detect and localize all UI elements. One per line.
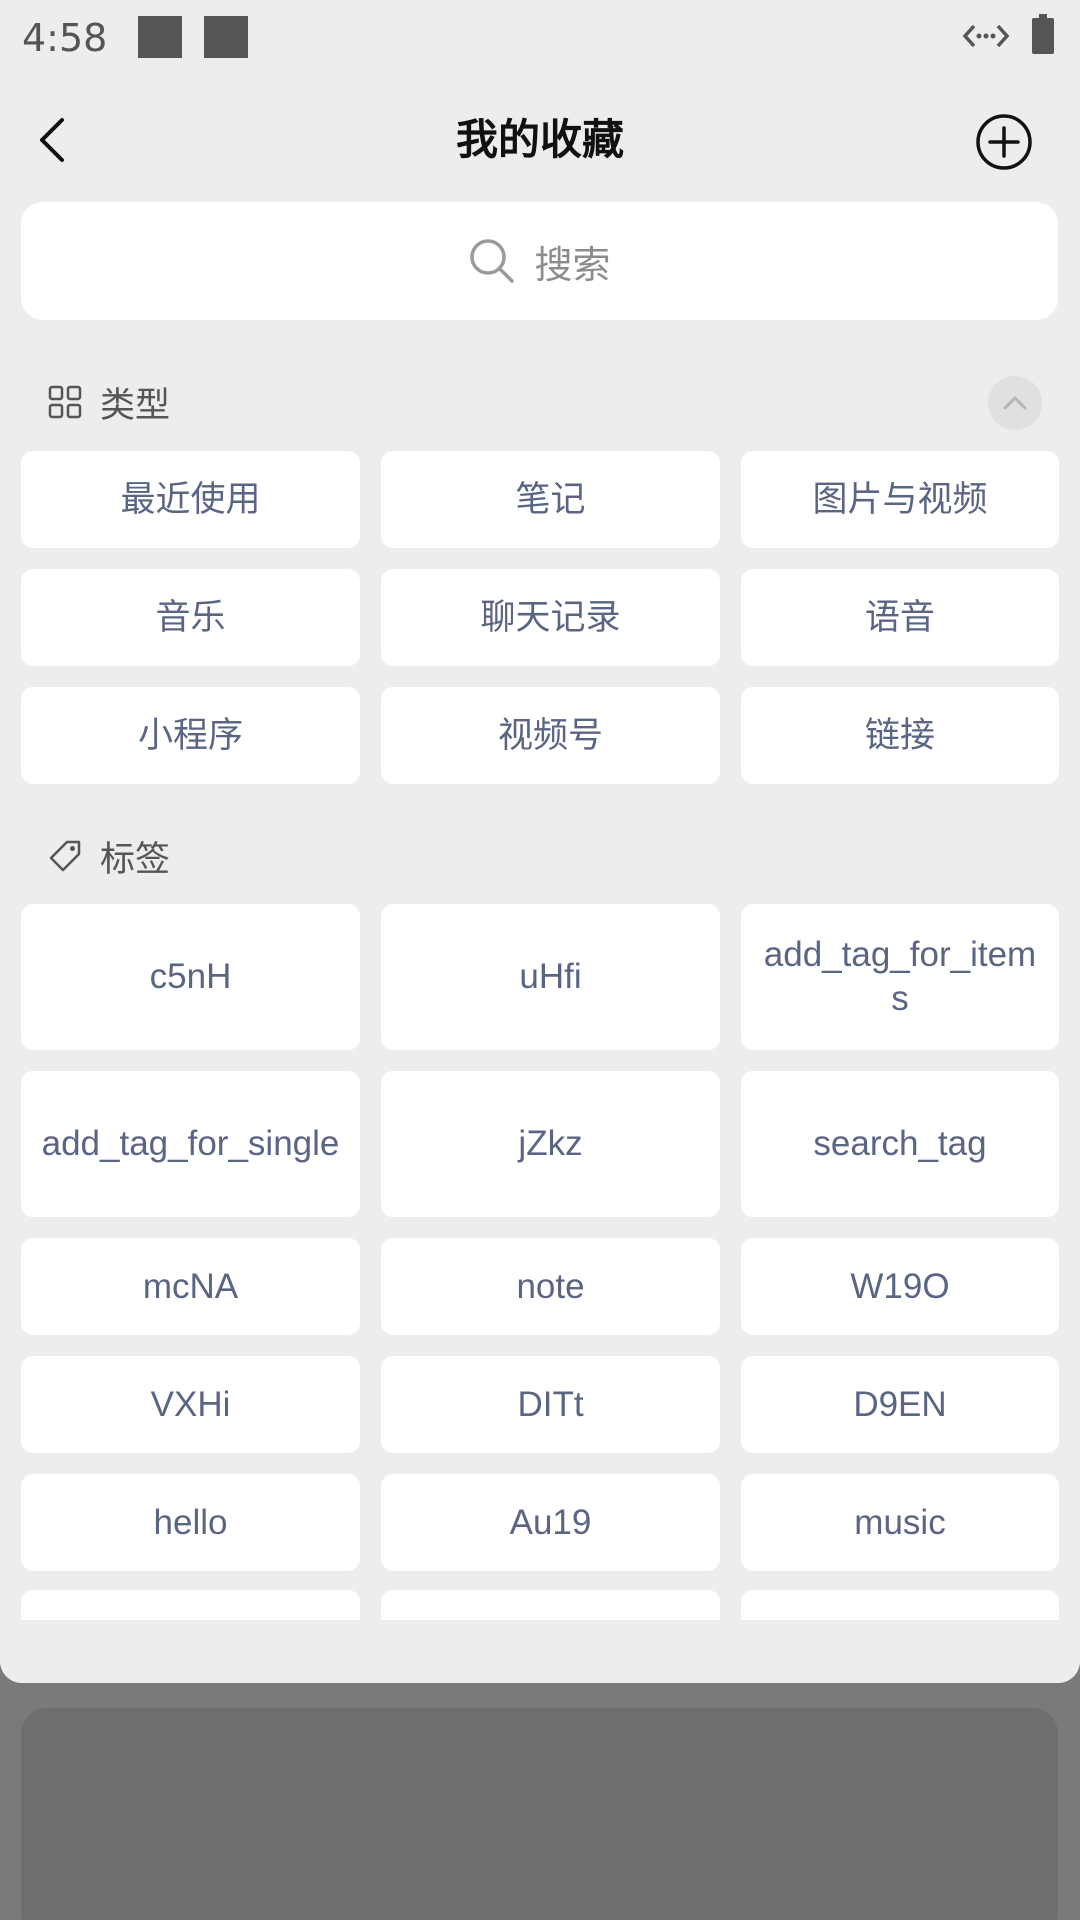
tag-item[interactable]: hello	[21, 1474, 360, 1571]
tags-section-label: 标签	[100, 839, 171, 880]
tag-icon	[49, 840, 81, 872]
type-mini-programs[interactable]: 小程序	[21, 687, 360, 784]
search-placeholder: 搜索	[534, 242, 611, 287]
type-channels[interactable]: 视频号	[381, 687, 720, 784]
type-chat-history[interactable]: 聊天记录	[381, 569, 720, 666]
notification-icon	[138, 16, 182, 58]
tag-item[interactable]: W19O	[741, 1238, 1059, 1335]
battery-icon	[1032, 14, 1054, 54]
types-section-header: 类型	[48, 374, 170, 430]
type-voice[interactable]: 语音	[741, 569, 1059, 666]
nav-bar: 我的收藏	[0, 96, 1080, 186]
tag-item[interactable]: add_tag_for_items	[741, 904, 1059, 1050]
scroll-clip	[0, 1590, 1080, 1620]
background-card	[21, 1708, 1058, 1920]
notification-icon	[204, 16, 248, 58]
tag-item[interactable]: DITt	[381, 1356, 720, 1453]
tags-section-header: 标签	[48, 828, 170, 884]
type-photos-videos[interactable]: 图片与视频	[741, 451, 1059, 548]
plus-circle-icon[interactable]	[974, 112, 1034, 172]
search-input[interactable]: 搜索	[21, 202, 1058, 320]
collapse-types-button[interactable]	[988, 376, 1042, 430]
tag-item[interactable]: uHfi	[381, 904, 720, 1050]
type-links[interactable]: 链接	[741, 687, 1059, 784]
tag-item-partial[interactable]	[741, 1590, 1059, 1620]
tag-item-partial[interactable]	[21, 1590, 360, 1620]
partial-tag-row	[21, 1590, 1059, 1620]
chevron-up-icon	[1003, 396, 1027, 410]
data-transfer-icon	[962, 24, 1010, 48]
types-grid: 最近使用 笔记 图片与视频 音乐 聊天记录 语音 小程序 视频号 链接	[21, 451, 1059, 784]
status-time: 4:58	[22, 16, 108, 60]
type-music[interactable]: 音乐	[21, 569, 360, 666]
search-icon	[470, 239, 515, 283]
tag-item-partial[interactable]	[381, 1590, 720, 1620]
tag-item[interactable]: D9EN	[741, 1356, 1059, 1453]
status-bar: 4:58	[0, 0, 1080, 80]
favorites-sheet: 4:58 我的收藏 搜索 类型 最近使用 笔记 图片与视频 音乐 聊天记录 语音…	[0, 0, 1080, 1683]
types-section-label: 类型	[100, 385, 171, 426]
sheet-bottom-padding	[0, 1620, 1080, 1683]
tag-item[interactable]: jZkz	[381, 1071, 720, 1217]
tag-item[interactable]: add_tag_for_single	[21, 1071, 360, 1217]
tags-grid: c5nH uHfi add_tag_for_items add_tag_for_…	[21, 904, 1059, 1571]
tag-item[interactable]: music	[741, 1474, 1059, 1571]
search-inner: 搜索	[468, 234, 611, 289]
tag-item[interactable]: Au19	[381, 1474, 720, 1571]
grid-icon	[48, 385, 82, 419]
type-notes[interactable]: 笔记	[381, 451, 720, 548]
tag-item[interactable]: VXHi	[21, 1356, 360, 1453]
tag-item[interactable]: search_tag	[741, 1071, 1059, 1217]
tag-item[interactable]: note	[381, 1238, 720, 1335]
page-title: 我的收藏	[455, 115, 624, 164]
tag-item[interactable]: c5nH	[21, 904, 360, 1050]
tag-item[interactable]: mcNA	[21, 1238, 360, 1335]
type-recent[interactable]: 最近使用	[21, 451, 360, 548]
